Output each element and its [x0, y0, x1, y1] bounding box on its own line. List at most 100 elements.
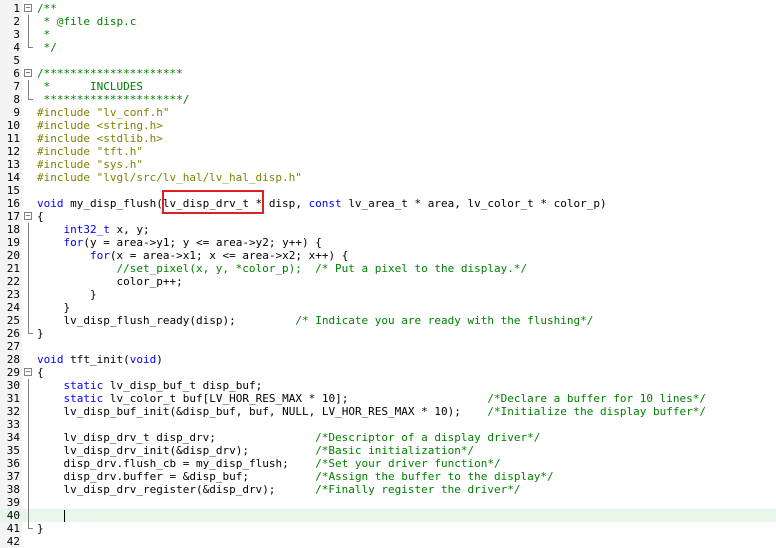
fold-line [28, 288, 29, 301]
code-line[interactable]: 10 #include <string.h> [0, 119, 776, 132]
line-number: 7 [13, 80, 20, 93]
code-line[interactable]: 30 static lv_disp_buf_t disp_buf; [0, 379, 776, 392]
fold-end-mark [28, 99, 33, 100]
code-text: #include <stdlib.h> [37, 132, 163, 145]
code-text: } [37, 522, 44, 535]
code-text: lv_disp_drv_t disp_drv; /*Descriptor of … [63, 431, 541, 444]
code-line[interactable]: 9 #include "lv_conf.h" [0, 106, 776, 119]
fold-line [28, 418, 29, 431]
fold-toggle-icon[interactable]: − [24, 4, 32, 12]
code-line[interactable]: 32 lv_disp_buf_init(&disp_buf, buf, NULL… [0, 405, 776, 418]
code-text: color_p++; [116, 275, 183, 288]
fold-line [28, 80, 29, 93]
code-text: */ [37, 41, 57, 54]
code-line[interactable]: 27 [0, 340, 776, 353]
code-line[interactable]: 18 int32_t x, y; [0, 223, 776, 236]
fold-toggle-icon[interactable]: − [24, 212, 32, 220]
fold-toggle-icon[interactable]: − [24, 69, 32, 77]
code-line[interactable]: 22 color_p++; [0, 275, 776, 288]
fold-line [28, 275, 29, 288]
line-number: 38 [6, 483, 20, 496]
code-text: } [37, 327, 44, 340]
code-line[interactable]: 12 #include "tft.h" [0, 145, 776, 158]
code-text: for(y = area->y1; y <= area->y2; y++) { [63, 236, 322, 249]
code-editor[interactable]: 1−/** 2 * @file disp.c 3 * 4 */5 6−/********… [0, 0, 776, 548]
code-line[interactable]: 11 #include <stdlib.h> [0, 132, 776, 145]
line-number: 17 [6, 210, 20, 223]
code-line[interactable]: 5 [0, 54, 776, 67]
fold-line [28, 431, 29, 444]
line-number: 28 [6, 353, 20, 366]
line-number: 35 [6, 444, 20, 457]
code-line[interactable]: 8 *********************/ [0, 93, 776, 106]
code-line[interactable]: 24 } [0, 301, 776, 314]
code-line[interactable]: 25 lv_disp_flush_ready(disp); /* Indicat… [0, 314, 776, 327]
line-number: 31 [6, 392, 20, 405]
code-line[interactable]: 26} [0, 327, 776, 340]
line-number: 18 [6, 223, 20, 236]
fold-line [28, 379, 29, 392]
fold-line [28, 314, 29, 327]
fold-line [28, 392, 29, 405]
line-number: 25 [6, 314, 20, 327]
line-number: 21 [6, 262, 20, 275]
fold-line [28, 236, 29, 249]
code-line[interactable]: 20 for(x = area->x1; x <= area->x2; x++)… [0, 249, 776, 262]
fold-line [28, 249, 29, 262]
code-line[interactable]: 21 //set_pixel(x, y, *color_p); /* Put a… [0, 262, 776, 275]
fold-line [28, 405, 29, 418]
line-number: 5 [13, 54, 20, 67]
code-line[interactable]: 38 lv_disp_drv_register(&disp_drv); /*Fi… [0, 483, 776, 496]
code-line[interactable]: 36 disp_drv.flush_cb = my_disp_flush; /*… [0, 457, 776, 470]
code-line[interactable]: 39 [0, 496, 776, 509]
code-line[interactable]: 34 lv_disp_drv_t disp_drv; /*Descriptor … [0, 431, 776, 444]
fold-toggle-icon[interactable]: − [24, 368, 32, 376]
code-text: #include "lvgl/src/lv_hal/lv_hal_disp.h" [37, 171, 302, 184]
code-text: { [37, 366, 44, 379]
code-text: * @file disp.c [37, 15, 137, 28]
code-line[interactable]: 42 [0, 535, 776, 548]
code-line[interactable]: 14 #include "lvgl/src/lv_hal/lv_hal_disp.… [0, 171, 776, 184]
code-line[interactable]: 7 * INCLUDES [0, 80, 776, 93]
code-line[interactable]: 4 */ [0, 41, 776, 54]
line-number: 23 [6, 288, 20, 301]
code-text: * [37, 28, 51, 41]
code-text: #include "sys.h" [37, 158, 143, 171]
code-text: int32_t x, y; [63, 223, 150, 236]
code-text: void tft_init(void) [37, 353, 163, 366]
fold-line [28, 457, 29, 470]
code-line[interactable]: 6−/********************* [0, 67, 776, 80]
code-line[interactable]: 35 lv_disp_drv_init(&disp_drv); /*Basic … [0, 444, 776, 457]
fold-line [28, 28, 29, 41]
code-line[interactable]: 3 * [0, 28, 776, 41]
code-area[interactable]: 1−/** 2 * @file disp.c 3 * 4 */5 6−/********… [0, 2, 776, 548]
code-line[interactable]: 29−{ [0, 366, 776, 379]
code-text: } [37, 288, 97, 301]
code-line[interactable]: 17−{ [0, 210, 776, 223]
code-line[interactable]: 13 #include "sys.h" [0, 158, 776, 171]
code-line[interactable]: 28 void tft_init(void) [0, 353, 776, 366]
fold-line [28, 509, 29, 522]
fold-end-mark [28, 333, 33, 334]
code-text: for(x = area->x1; x <= area->x2; x++) { [89, 249, 349, 262]
code-line[interactable]: 37 disp_drv.buffer = &disp_buf; /*Assign… [0, 470, 776, 483]
code-line[interactable]: 23 } [0, 288, 776, 301]
line-number: 24 [6, 301, 20, 314]
code-line[interactable]: 19 for(y = area->y1; y <= area->y2; y++)… [0, 236, 776, 249]
code-text: /********************* [37, 67, 183, 80]
fold-end-mark [28, 47, 33, 48]
code-line[interactable]: 2 * @file disp.c [0, 15, 776, 28]
code-line[interactable]: 1−/** [0, 2, 776, 15]
line-number: 2 [13, 15, 20, 28]
code-line[interactable]: 15 [0, 184, 776, 197]
code-text: lv_disp_drv_init(&disp_drv); /*Basic ini… [63, 444, 475, 457]
code-line[interactable]: 16 void my_disp_flush(lv_disp_drv_t * dis… [0, 197, 776, 210]
code-line[interactable]: 31 static lv_color_t buf[LV_HOR_RES_MAX … [0, 392, 776, 405]
line-number: 12 [6, 145, 20, 158]
code-line[interactable]: 41} [0, 522, 776, 535]
fold-line [28, 496, 29, 509]
line-number: 9 [13, 106, 20, 119]
code-line[interactable]: 40 [0, 509, 776, 522]
code-text: #include "lv_conf.h" [37, 106, 170, 119]
code-line[interactable]: 33 [0, 418, 776, 431]
